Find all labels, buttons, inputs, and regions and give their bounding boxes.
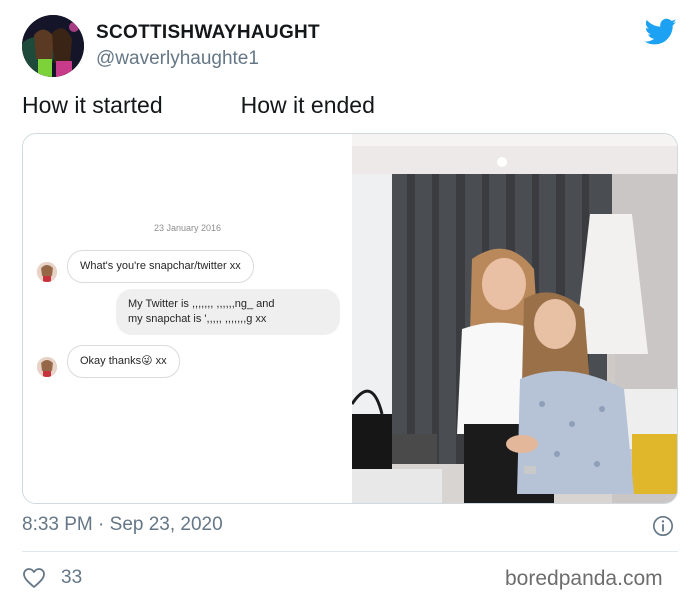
chat-message-incoming: Okay thanks😜 xx — [67, 345, 180, 378]
heart-icon[interactable] — [22, 567, 46, 589]
chat-message-incoming: What's you're snapchar/twitter xx — [67, 250, 254, 283]
chat-message-outgoing: My Twitter is ,,,,,,, ,,,,,,ng_ and my s… — [116, 289, 340, 335]
tweet-text-right: How it ended — [240, 92, 375, 118]
tweet-timestamp[interactable]: 8:33 PM · Sep 23, 2020 — [22, 514, 223, 536]
chat-avatar — [37, 262, 57, 282]
like-count: 33 — [61, 567, 83, 588]
author-handle[interactable]: @waverlyhaughte1 — [96, 48, 259, 70]
watermark: boredpanda.com — [505, 567, 663, 590]
tweet-text-left: How it started — [22, 92, 163, 118]
chat-message-text: Okay thanks — [80, 355, 142, 367]
divider — [22, 551, 678, 552]
twitter-bird-icon[interactable] — [645, 18, 677, 46]
author-avatar[interactable] — [22, 15, 84, 77]
chat-avatar — [37, 357, 57, 377]
chat-message-line: my snapchat is ',,,,, ,,,,,,,g xx — [128, 313, 267, 325]
photo — [352, 134, 677, 503]
tweet-text: How it started How it ended — [22, 92, 375, 119]
wink-tongue-emoji-icon: 😜 — [141, 355, 153, 367]
info-icon[interactable] — [652, 515, 674, 537]
chat-message-line: My Twitter is ,,,,,,, ,,,,,,ng_ and — [128, 298, 275, 310]
author-name[interactable]: SCOTTISHWAYHAUGHT — [96, 22, 320, 44]
chat-screenshot: 23 January 2016 What's you're snapchar/t… — [23, 134, 352, 503]
chat-message-suffix: xx — [155, 355, 167, 367]
tweet-media[interactable]: 23 January 2016 What's you're snapchar/t… — [22, 133, 678, 504]
chat-date: 23 January 2016 — [153, 223, 222, 233]
tweet-card: SCOTTISHWAYHAUGHT @waverlyhaughte1 How i… — [0, 0, 700, 606]
